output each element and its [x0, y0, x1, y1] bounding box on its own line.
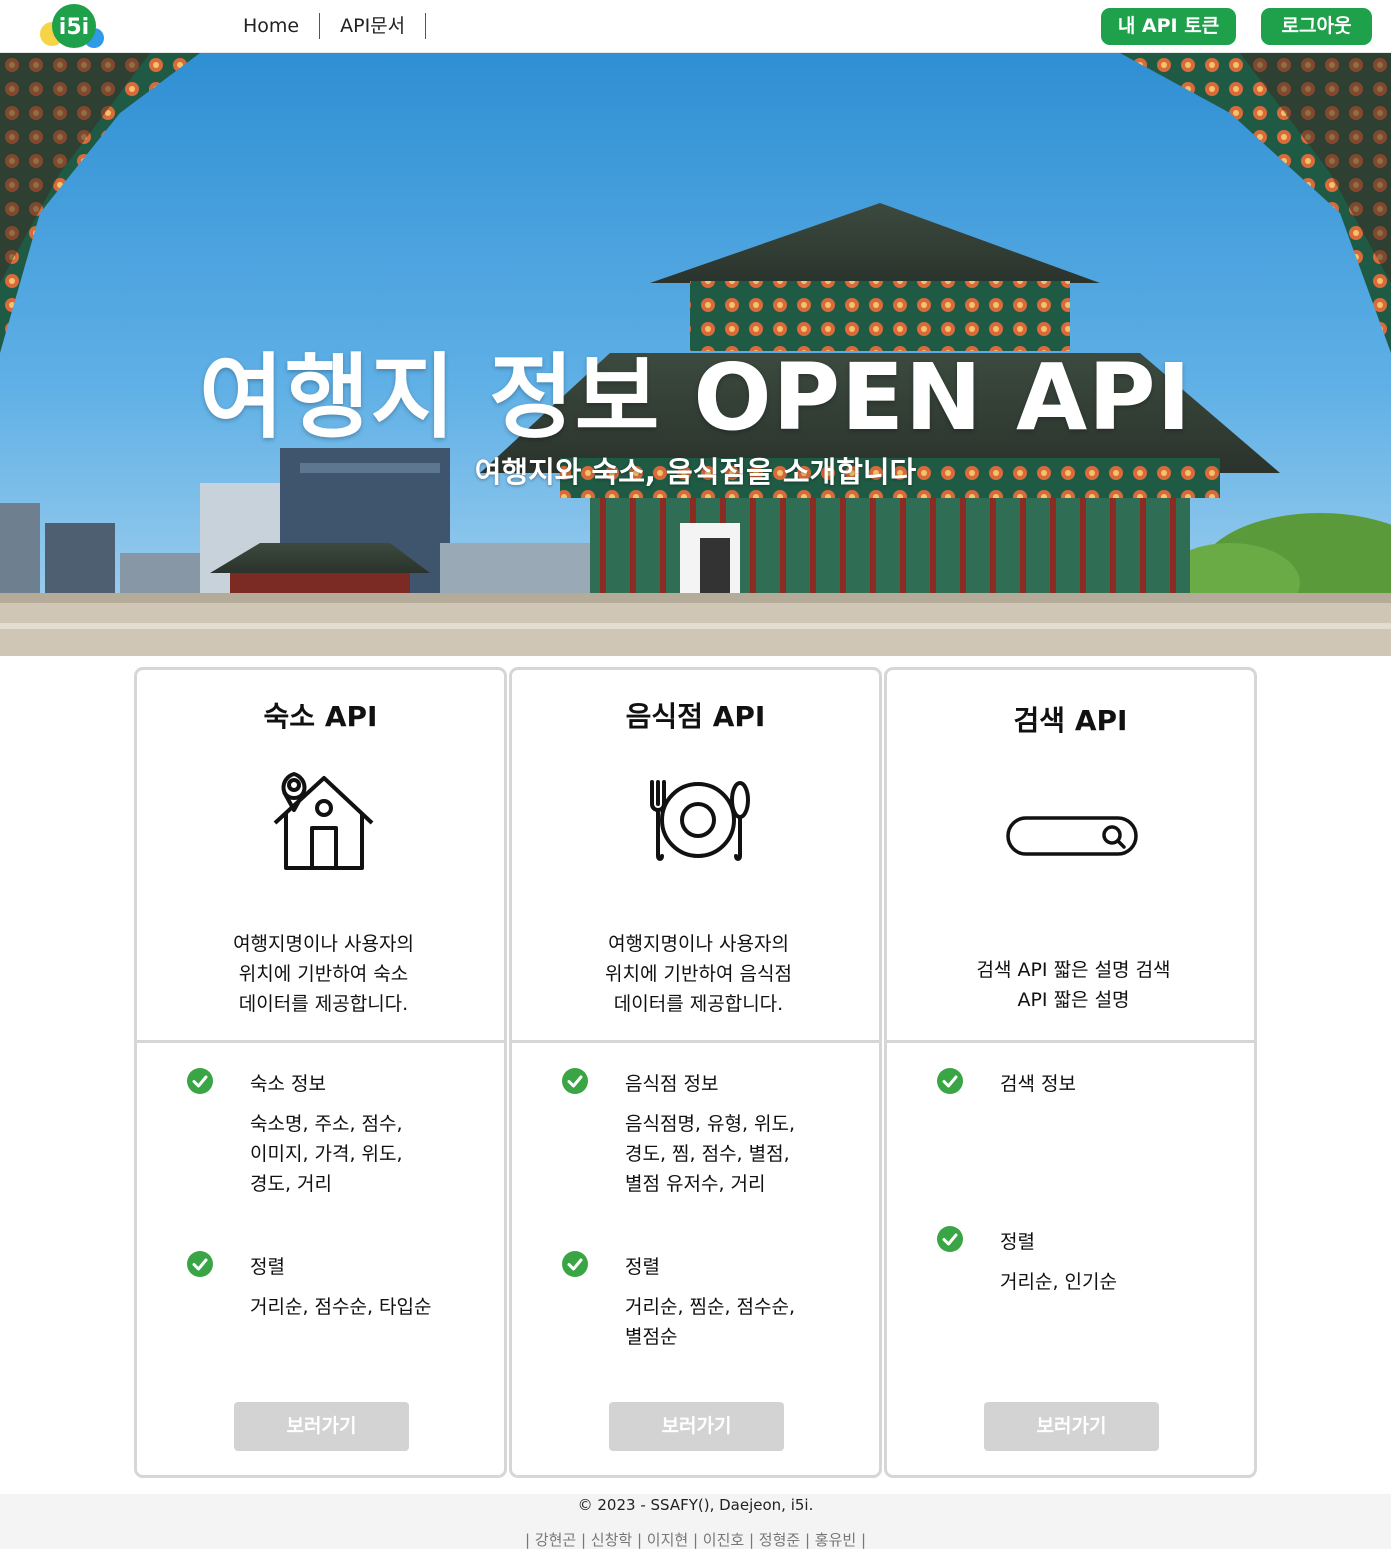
check-circle-icon [187, 1251, 213, 1277]
search-view-button[interactable]: 보러가기 [984, 1402, 1159, 1451]
feature-title: 숙소 정보 [250, 1073, 326, 1095]
check-circle-icon [562, 1068, 588, 1094]
feature-title: 정렬 [1000, 1231, 1035, 1253]
card-title: 숙소 API [263, 700, 378, 733]
card-description: 여행지명이나 사용자의 위치에 기반하여 음식점 데이터를 제공합니다. [605, 933, 792, 1015]
check-circle-icon [562, 1251, 588, 1277]
plate-cutlery-icon [646, 778, 750, 866]
footer: © 2023 - SSAFY(), Daejeon, i5i. | 강현곤 | … [0, 1494, 1391, 1549]
feature-body: 숙소명, 주소, 점수, 이미지, 가격, 위도, 경도, 거리 [250, 1113, 403, 1195]
feature-body: 거리순, 인기순 [1000, 1271, 1117, 1293]
card-description: 여행지명이나 사용자의 위치에 기반하여 숙소 데이터를 제공합니다. [233, 933, 414, 1015]
card-divider [137, 1040, 504, 1043]
feature-title: 정렬 [625, 1256, 660, 1278]
hero-title: 여행지 정보 OPEN API [199, 344, 1192, 451]
card-description: 검색 API 짧은 설명 검색 API 짧은 설명 [976, 959, 1171, 1011]
nav-api-docs-link[interactable]: API문서 [320, 13, 427, 39]
restaurant-api-card: 음식점 API 여행지명이나 사용자의 위치에 기반하여 음식점 데이터를 제공… [509, 667, 882, 1478]
check-circle-icon [937, 1226, 963, 1252]
card-divider [887, 1040, 1254, 1043]
feature-title: 음식점 정보 [625, 1073, 719, 1095]
logout-button[interactable]: 로그아웃 [1261, 8, 1372, 45]
feature-body: 음식점명, 유형, 위도, 경도, 찜, 점수, 별점, 별점 유저수, 거리 [625, 1113, 796, 1195]
search-api-card: 검색 API 검색 API 짧은 설명 검색 API 짧은 설명 검색 정보 정… [884, 667, 1257, 1478]
hero-banner: 여행지 정보 OPEN API 여행지와 숙소, 음식점을 소개합니다 [0, 53, 1391, 656]
search-bar-icon [1006, 816, 1138, 862]
restaurant-view-button[interactable]: 보러가기 [609, 1402, 784, 1451]
nav-home-link[interactable]: Home [225, 13, 321, 39]
team-members: | 강현곤 | 신창학 | 이지현 | 이진호 | 정형준 | 홍유빈 | [525, 1531, 866, 1549]
card-title: 검색 API [1013, 704, 1128, 737]
feature-title: 정렬 [250, 1256, 285, 1278]
feature-title: 검색 정보 [1000, 1073, 1076, 1095]
hero-subtitle: 여행지와 숙소, 음식점을 소개합니다 [474, 455, 917, 489]
feature-body: 거리순, 점수순, 타입순 [250, 1296, 432, 1318]
i5i-logo[interactable]: i5i [38, 2, 106, 52]
check-circle-icon [937, 1068, 963, 1094]
logo-text: i5i [59, 15, 89, 40]
my-api-token-button[interactable]: 내 API 토큰 [1101, 8, 1236, 45]
house-location-icon [272, 768, 376, 876]
lodging-api-card: 숙소 API 여행지명이나 사용자의 위치에 기반하여 숙소 데이터를 제공합니… [134, 667, 507, 1478]
card-title: 음식점 API [625, 700, 766, 733]
lodging-view-button[interactable]: 보러가기 [234, 1402, 409, 1451]
top-navbar: i5i Home API문서 내 API 토큰 로그아웃 [0, 0, 1391, 53]
check-circle-icon [187, 1068, 213, 1094]
card-divider [512, 1040, 879, 1043]
main-nav: Home API문서 [225, 12, 427, 40]
copyright-text: © 2023 - SSAFY(), Daejeon, i5i. [577, 1496, 814, 1514]
feature-body: 거리순, 찜순, 점수순, 별점순 [625, 1296, 796, 1348]
